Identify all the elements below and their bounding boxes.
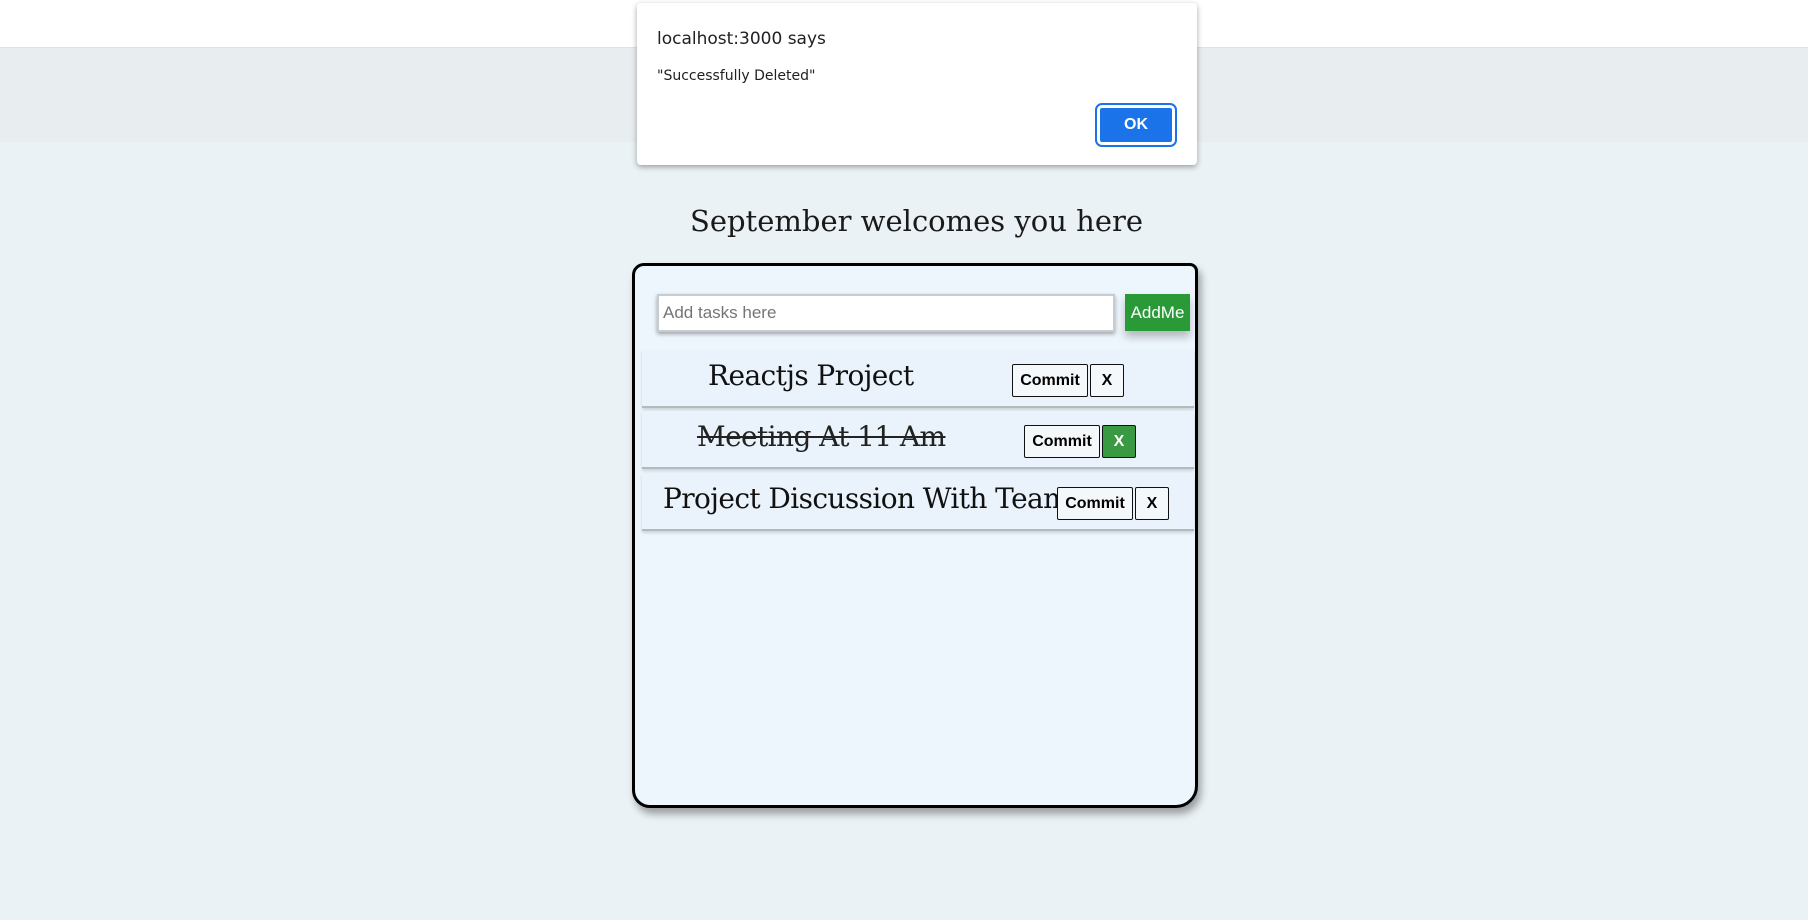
task-text: Reactjs Project xyxy=(708,359,914,392)
dialog-title: localhost:3000 says xyxy=(657,29,826,49)
alert-dialog: localhost:3000 says "Successfully Delete… xyxy=(637,3,1197,165)
todo-card: AddMe Reactjs Project Commit X Meeting A… xyxy=(632,263,1198,808)
ok-button[interactable]: OK xyxy=(1095,103,1177,147)
task-text: Project Discussion With Team xyxy=(663,482,1070,515)
task-row: Meeting At 11 Am Commit X xyxy=(642,411,1194,469)
add-task-button[interactable]: AddMe xyxy=(1125,294,1190,331)
delete-button[interactable]: X xyxy=(1135,487,1169,520)
commit-button[interactable]: Commit xyxy=(1024,425,1100,458)
delete-button[interactable]: X xyxy=(1102,425,1136,458)
task-row: Reactjs Project Commit X xyxy=(642,350,1194,408)
task-text: Meeting At 11 Am xyxy=(697,420,946,453)
task-row: Project Discussion With Team Commit X xyxy=(642,473,1194,531)
delete-button[interactable]: X xyxy=(1090,364,1124,397)
task-input[interactable] xyxy=(657,294,1115,332)
dialog-message: "Successfully Deleted" xyxy=(657,68,816,84)
commit-button[interactable]: Commit xyxy=(1057,487,1133,520)
page-title: September welcomes you here xyxy=(689,204,1144,238)
commit-button[interactable]: Commit xyxy=(1012,364,1088,397)
